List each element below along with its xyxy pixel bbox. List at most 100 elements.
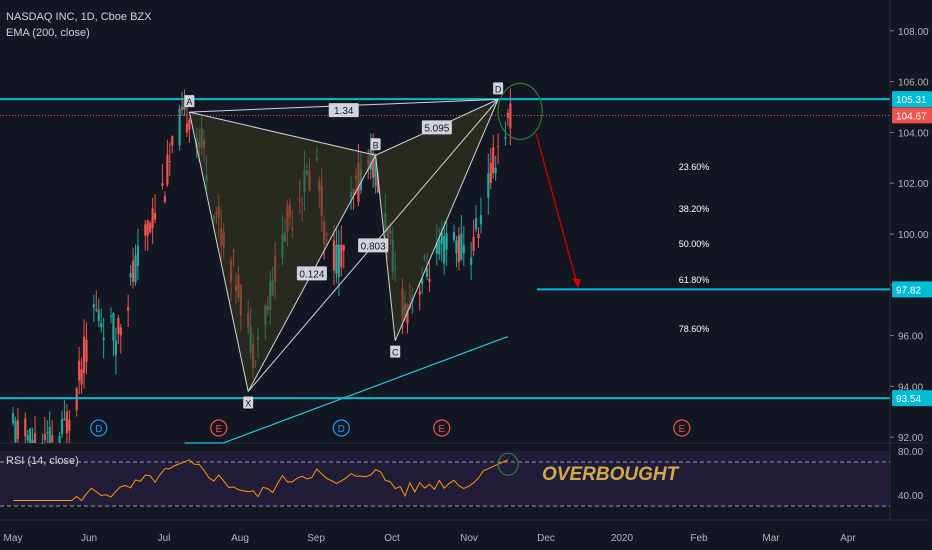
candle-body [136, 245, 140, 266]
candle-body [51, 435, 54, 443]
candle-body [452, 232, 456, 240]
rsi-band [0, 451, 890, 506]
candle-body [48, 426, 51, 443]
x-tick-label: Nov [460, 533, 478, 544]
candle-body [479, 215, 483, 225]
rsi-tick-label: 80.00 [898, 447, 923, 458]
candle-body [154, 213, 157, 220]
candle-body [418, 290, 421, 295]
candle-body [29, 428, 32, 443]
y-tick-label: 102.00 [898, 179, 929, 190]
event-marker-label: D [95, 424, 102, 435]
rsi-label: RSI (14, close) [6, 455, 79, 467]
x-tick-label: Aug [231, 533, 249, 544]
x-tick-label: Jun [81, 533, 97, 544]
candle-body [95, 309, 98, 311]
candle-body [63, 418, 66, 421]
candle-body [168, 161, 171, 163]
y-tick-label: 106.00 [898, 78, 929, 89]
candle-body [85, 339, 88, 362]
candle-body [80, 369, 83, 385]
candle-body [151, 208, 154, 229]
price-chart[interactable]: 108.00106.00104.00102.00100.0098.0096.00… [0, 0, 932, 550]
ratio-label: 0.803 [361, 241, 386, 252]
candle-body [342, 245, 345, 251]
y-tick-label: 108.00 [898, 27, 929, 38]
candle-body [509, 103, 512, 129]
candle-body [14, 420, 17, 443]
candle-body [337, 244, 340, 277]
candle-body [60, 419, 64, 435]
candle-body [185, 123, 189, 133]
event-marker-label: E [438, 424, 445, 435]
candle-body [457, 235, 460, 263]
arrowhead [572, 278, 581, 288]
overbought-annotation: OVERBOUGHT [542, 464, 679, 485]
x-tick-label: Oct [384, 533, 400, 544]
ema-line [184, 335, 509, 444]
fib-level-label: 61.80% [679, 275, 710, 285]
candle-body [127, 306, 130, 311]
candle-body [477, 233, 480, 239]
price-tag-label: 97.82 [896, 285, 921, 296]
ratio-label: 0.124 [299, 269, 324, 280]
candle-body [462, 245, 465, 253]
candle-body [492, 147, 495, 174]
candle-body [443, 235, 446, 264]
price-tag-label: 104.67 [896, 111, 927, 122]
candle-body [340, 244, 343, 268]
price-tag-label: 93.54 [896, 394, 921, 405]
pattern-point-label: X [245, 398, 251, 408]
candle-body [178, 108, 181, 146]
candle-body [438, 239, 441, 254]
candle-body [149, 222, 152, 233]
ratio-label: 5.095 [424, 123, 449, 134]
y-tick-label: 96.00 [898, 332, 923, 343]
pattern-point-label: A [186, 97, 192, 107]
candle-body [75, 388, 78, 411]
pattern-point-label: C [392, 348, 399, 358]
event-marker-label: E [215, 424, 222, 435]
candle-body [188, 119, 191, 130]
event-marker-label: E [679, 424, 686, 435]
candle-body [134, 255, 137, 283]
pattern-point-label: B [373, 140, 379, 150]
candle-body [171, 135, 174, 146]
fib-level-label: 23.60% [679, 162, 710, 172]
candle-body [78, 360, 81, 381]
y-tick-label: 92.00 [898, 433, 923, 444]
x-tick-label: May [4, 533, 23, 544]
candle-body [92, 303, 95, 308]
chart-root: 108.00106.00104.00102.00100.0098.0096.00… [0, 0, 932, 550]
candle-body [43, 434, 46, 441]
candle-body [445, 233, 448, 250]
rsi-tick-label: 40.00 [898, 491, 923, 502]
candle-body [180, 106, 184, 110]
candle-body [68, 419, 71, 431]
candle-body [470, 257, 473, 265]
x-tick-label: Apr [840, 533, 856, 544]
candle-body [131, 260, 135, 282]
candle-body [31, 439, 34, 443]
candle-body [455, 240, 458, 254]
candle-body [114, 340, 117, 356]
x-tick-label: 2020 [611, 533, 634, 544]
ema-label: EMA (200, close) [6, 27, 90, 39]
chart-title: NASDAQ INC, 1D, Cboe BZX [6, 11, 152, 23]
candle-body [82, 336, 86, 374]
candle-body [100, 323, 103, 328]
candle-body [161, 183, 164, 186]
candle-body [109, 315, 113, 317]
candle-body [16, 420, 19, 440]
price-tag-label: 105.31 [896, 95, 927, 106]
candle-body [472, 237, 475, 251]
pattern-triangle-xab [189, 112, 376, 392]
x-tick-label: Feb [690, 533, 708, 544]
fib-level-label: 38.20% [679, 204, 710, 214]
candle-body [112, 313, 115, 341]
projection-arrow [535, 133, 579, 288]
candle-body [166, 154, 169, 185]
event-marker-label: D [338, 424, 345, 435]
candle-body [425, 268, 429, 277]
candle-body [102, 337, 105, 341]
